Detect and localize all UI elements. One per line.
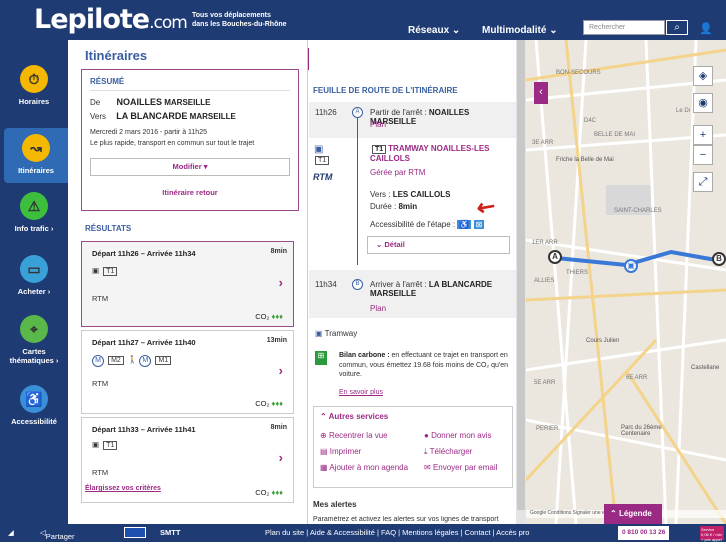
plan-link[interactable]: Plan <box>370 120 386 129</box>
wheelchair-icon: ♿ <box>20 385 48 413</box>
more-link[interactable]: En savoir plus <box>339 389 383 396</box>
summary-box: RÉSUMÉ De NOAILLES MARSEILLE Vers LA BLA… <box>81 69 299 211</box>
summary-title: RÉSUMÉ <box>90 77 125 86</box>
modify-button[interactable]: Modifier ▾ <box>90 158 290 176</box>
agenda-button[interactable]: ▦ Ajouter à mon agenda <box>320 463 410 472</box>
logo[interactable]: Lepilote.com <box>34 4 188 35</box>
chevron-right-icon: › <box>278 450 283 465</box>
roadmap-title: FEUILLE DE ROUTE DE L'ITINÉRAIRE <box>313 86 458 95</box>
fullscreen-icon[interactable]: ⤢ <box>693 172 713 192</box>
search-input[interactable]: Rechercher <box>583 20 665 35</box>
result-card-1[interactable]: Départ 11h26 – Arrivée 11h34 8min ▣ T1 RT… <box>81 241 294 327</box>
zoom-in-button[interactable]: + <box>693 125 713 145</box>
footer-links[interactable]: Plan du site | Aide & Accessibilité | FA… <box>265 528 529 537</box>
user-icon[interactable]: 👤 <box>699 22 713 35</box>
result-card-2[interactable]: Départ 11h27 – Arrivée 11h40 13min M M2 🚶… <box>81 330 294 414</box>
clock-icon: ⏱ <box>20 65 48 93</box>
red-arrow-annotation: ↙ <box>471 191 502 223</box>
roadmap-panel: FEUILLE DE ROUTE DE L'ITINÉRAIRE 11h26 A… <box>309 40 525 524</box>
sidebar-item-cartes[interactable]: ⌖ Cartes thématiques › <box>0 315 68 365</box>
warning-icon: ⚠ <box>20 192 48 220</box>
smtt-logo: SMTT <box>160 528 181 537</box>
download-button[interactable]: ⤓ Télécharger <box>424 447 472 457</box>
service-badge: Service 0,06 € / min + prix appel <box>700 526 724 542</box>
chevron-right-icon: › <box>278 363 283 378</box>
widen-criteria-link[interactable]: Élargissez vos critères <box>85 485 161 492</box>
carbon-icon: ⊞ <box>315 351 327 365</box>
chevron-down-icon: ⌄ <box>549 25 558 36</box>
recenter-button[interactable]: ⊕ Recentrer la vue <box>320 431 388 440</box>
print-button[interactable]: ▤ Imprimer <box>320 447 361 456</box>
phone-number: 0 810 00 13 26 <box>618 526 670 540</box>
map-pin-icon: ⌖ <box>20 315 48 343</box>
map-tram-marker[interactable]: ▣ <box>624 259 638 273</box>
tram-icon: ▣ T1 <box>92 266 119 276</box>
search-icon[interactable]: ⌕ <box>666 20 688 35</box>
layers-icon[interactable]: ◈ <box>693 66 713 86</box>
zoom-out-button[interactable]: − <box>693 145 713 165</box>
collapse-map-button[interactable]: ‹ <box>534 82 548 104</box>
sidebar-item-acheter[interactable]: ▭ Acheter › <box>0 255 68 296</box>
stop-a-marker: A <box>352 107 363 118</box>
sidebar-item-horaires[interactable]: ⏱ Horaires <box>0 65 68 106</box>
rss-icon[interactable]: ◢ <box>8 528 14 537</box>
nav-multimodalite[interactable]: Multimodalité ⌄ <box>482 25 558 36</box>
chevron-right-icon: › <box>278 275 283 290</box>
from-row: De NOAILLES MARSEILLE <box>90 97 211 107</box>
chevron-down-icon: ⌄ <box>451 25 461 36</box>
footer: ◢ ◁ Partager la page SMTT Plan du site |… <box>0 524 726 550</box>
nav-reseaux[interactable]: Réseaux ⌄ <box>408 25 460 36</box>
rtm-logo: RTM <box>313 172 333 182</box>
metro-icons: M M2 🚶 M M1 <box>92 355 173 367</box>
sidebar-item-info-trafic[interactable]: ⚠ Info trafic › <box>0 192 68 233</box>
tram-icon: ▣ <box>314 144 324 155</box>
sidebar-item-itineraires[interactable]: ↝ Itinéraires <box>4 128 68 183</box>
detail-button[interactable]: ⌄ Détail <box>367 236 510 254</box>
results-title: RÉSULTATS <box>85 224 132 233</box>
legend-button[interactable]: ⌃ Légende <box>604 504 662 524</box>
to-row: Vers LA BLANCARDE MARSEILLE <box>90 111 236 121</box>
audio-icon: ⊠ <box>473 220 485 229</box>
mode-text: Le plus rapide, transport en commun sur … <box>90 140 255 147</box>
services-box: ⌃ Autres services ⊕ Recentrer la vue ● D… <box>313 406 513 488</box>
sidebar-item-accessibilite[interactable]: ♿ Accessibilité <box>0 385 68 426</box>
ticket-icon: ▭ <box>20 255 48 283</box>
share-link[interactable]: ◁ Partager la page <box>40 528 75 550</box>
date-text: Mercredi 2 mars 2016 - partir à 11h25 <box>90 129 207 136</box>
page-title: Itinéraires <box>85 48 148 63</box>
itinerary-panel: Itinéraires RÉSUMÉ De NOAILLES MARSEILLE… <box>68 40 308 524</box>
wheelchair-icon: ♿ <box>457 220 472 229</box>
route-icon: ↝ <box>22 134 50 162</box>
opinion-button[interactable]: ● Donner mon avis <box>424 431 492 440</box>
plan-link[interactable]: Plan <box>370 304 386 313</box>
scrollbar[interactable] <box>516 40 526 524</box>
tagline: Tous vos déplacements dans les Bouches-du… <box>192 12 287 28</box>
sidebar: ⏱ Horaires ↝ Itinéraires ⚠ Info trafic › ▭ A… <box>0 40 68 524</box>
tram-icon: ▣ <box>315 329 323 338</box>
map-stop-a[interactable]: A <box>548 250 562 264</box>
stop-b-marker: B <box>352 279 363 290</box>
eu-flag-icon <box>124 527 146 538</box>
leaf-icon: ♦♦♦ <box>271 312 283 321</box>
eye-icon[interactable]: ◉ <box>693 93 713 113</box>
tram-icon: ▣ T1 <box>92 440 119 450</box>
return-button[interactable]: Itinéraire retour <box>90 184 290 204</box>
email-button[interactable]: ✉ Envoyer par email <box>424 463 497 472</box>
header: Lepilote.com Tous vos déplacements dans l… <box>0 0 726 40</box>
map-stop-b[interactable]: B <box>712 252 726 266</box>
